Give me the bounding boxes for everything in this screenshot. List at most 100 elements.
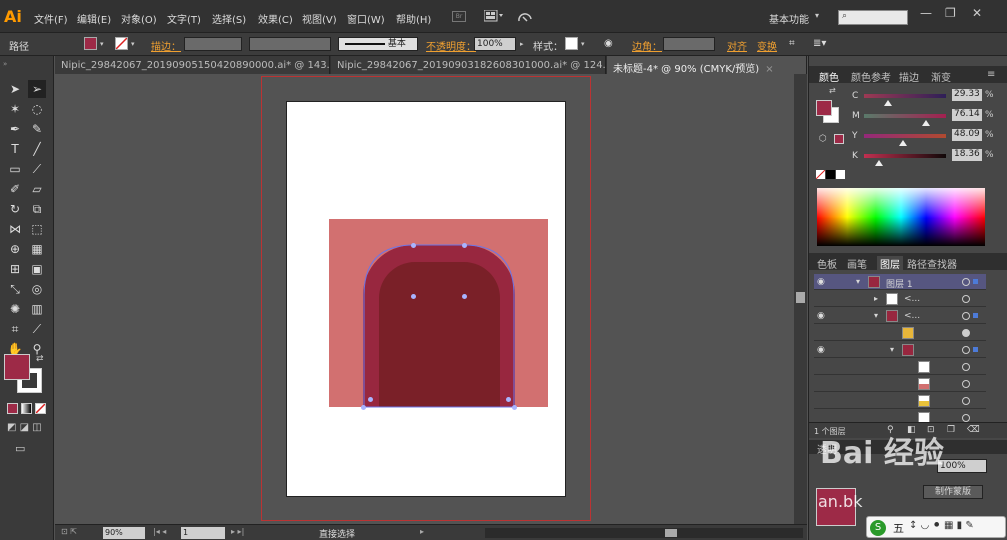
ime-toolbar[interactable]: S 五 ↕ ◡ ⚫ ▦ ▮ ✎ (866, 516, 1006, 538)
bridge-icon[interactable]: Br (452, 11, 466, 22)
yellow-slider-thumb[interactable] (899, 140, 908, 146)
gradient-tool-icon[interactable]: ▣ (28, 260, 46, 278)
menu-select[interactable]: 选择(S) (212, 11, 246, 26)
canvas[interactable] (55, 74, 794, 524)
target-icon[interactable] (962, 363, 970, 371)
horizontal-scrollbar[interactable] (485, 528, 803, 538)
graphic-style-swatch[interactable] (565, 37, 578, 50)
chevron-down-icon[interactable]: ▾ (581, 40, 585, 48)
menu-help[interactable]: 帮助(H) (396, 11, 431, 26)
width-tool-icon[interactable]: ⋈ (6, 220, 24, 238)
menu-window[interactable]: 窗口(W) (347, 11, 385, 26)
mesh-tool-icon[interactable]: ⊞ (6, 260, 24, 278)
vertical-scrollbar[interactable] (794, 74, 807, 524)
sync-settings-icon[interactable] (517, 9, 533, 23)
slice-tool-icon[interactable]: ⟋ (28, 320, 46, 338)
make-mask-button[interactable]: 制作蒙版 (923, 485, 983, 499)
eye-icon[interactable]: ◉ (817, 311, 825, 321)
expand-triangle-icon[interactable]: ▸ (874, 294, 878, 303)
page-field[interactable]: 1 (181, 527, 225, 539)
panel-collapse-icon[interactable]: » (3, 60, 7, 68)
target-icon[interactable] (962, 414, 970, 422)
tab-document-1[interactable]: Nipic_29842067_20190905150420890000.ai* … (55, 56, 330, 74)
sublayer-row[interactable] (814, 359, 986, 375)
tab-gradient[interactable]: 渐变 (931, 69, 951, 84)
cyan-slider-thumb[interactable] (884, 100, 893, 106)
target-icon[interactable] (962, 346, 970, 354)
rotate-tool-icon[interactable]: ↻ (6, 200, 24, 218)
scroll-thumb[interactable] (665, 529, 677, 537)
tab-color-guide[interactable]: 颜色参考 (851, 69, 891, 84)
symbol-sprayer-tool-icon[interactable]: ✺ (6, 300, 24, 318)
eye-icon[interactable]: ◉ (817, 345, 825, 355)
menu-object[interactable]: 对象(O) (121, 11, 157, 26)
expand-triangle-icon[interactable]: ▾ (874, 311, 878, 320)
tab-pathfinder[interactable]: 路径查找器 (907, 256, 957, 271)
black-slider[interactable] (864, 154, 946, 158)
menu-view[interactable]: 视图(V) (302, 11, 337, 26)
yellow-slider[interactable] (864, 134, 946, 138)
stroke-style-field[interactable]: 基本 (338, 37, 418, 51)
zoom-field[interactable]: 90% (103, 527, 145, 539)
swap-colors-icon[interactable]: ⇄ (829, 86, 836, 95)
scale-tool-icon[interactable]: ⧉ (28, 200, 46, 218)
isolate-icon[interactable]: ⌗ (789, 38, 795, 49)
selection-tool-icon[interactable]: ➤ (6, 80, 24, 98)
target-icon[interactable] (962, 295, 970, 303)
sublayer-row[interactable] (814, 325, 986, 341)
direct-selection-tool-icon[interactable]: ➢ (28, 80, 46, 98)
search-input[interactable]: ⌕ (838, 10, 908, 25)
black-slider-thumb[interactable] (875, 160, 884, 166)
magenta-value-field[interactable]: 76.14 (952, 109, 982, 121)
lasso-tool-icon[interactable]: ◌ (28, 100, 46, 118)
variable-width-field[interactable] (249, 37, 331, 51)
next-artboard-icon[interactable]: ▸ ▸| (231, 527, 244, 536)
perspective-grid-tool-icon[interactable]: ▦ (28, 240, 46, 258)
status-arrow-icon[interactable]: ▸ (420, 527, 424, 536)
tab-stroke[interactable]: 描边 (899, 69, 919, 84)
swap-colors-icon[interactable]: ⇄ (36, 354, 44, 364)
anchor-point[interactable] (368, 397, 373, 402)
target-icon[interactable] (962, 278, 970, 286)
sublayer-row[interactable] (814, 376, 986, 392)
menu-file[interactable]: 文件(F) (34, 11, 68, 26)
color-mode-icon[interactable] (7, 403, 18, 414)
recolor-icon[interactable]: ◉ (604, 38, 613, 49)
expand-triangle-icon[interactable]: ▾ (856, 277, 860, 286)
chevron-down-icon[interactable]: ▾ (815, 11, 819, 20)
new-layer-icon[interactable]: ❐ (947, 425, 955, 435)
anchor-point[interactable] (462, 243, 467, 248)
opacity-label[interactable]: 不透明度： (426, 38, 476, 53)
target-icon[interactable] (962, 397, 970, 405)
sublayer-row[interactable] (814, 393, 986, 409)
none-color-swatch[interactable] (815, 169, 826, 180)
tab-color[interactable]: 颜色 (819, 69, 839, 84)
target-icon[interactable] (962, 312, 970, 320)
black-color-swatch[interactable] (826, 170, 835, 179)
screen-mode-icon[interactable]: ▭ (15, 442, 25, 455)
panel-fill-swatch[interactable] (816, 100, 832, 116)
arch-inner-shape[interactable] (379, 262, 500, 407)
anchor-point[interactable] (411, 294, 416, 299)
opacity-field[interactable]: 100% (474, 37, 516, 51)
fill-color-box[interactable] (4, 354, 30, 380)
corner-label[interactable]: 边角： (632, 38, 662, 53)
magenta-slider[interactable] (864, 114, 946, 118)
target-icon[interactable] (962, 329, 970, 337)
menu-edit[interactable]: 编辑(E) (77, 11, 111, 26)
yellow-value-field[interactable]: 48.09 (952, 129, 982, 141)
minimize-button[interactable]: — (920, 6, 932, 20)
arrange-documents-icon[interactable] (484, 10, 504, 22)
menu-effect[interactable]: 效果(C) (258, 11, 293, 26)
tab-document-2[interactable]: Nipic_29842067_20190903182608301000.ai* … (331, 56, 606, 74)
layer-row[interactable]: ◉ ▾ 图层 1 (814, 274, 986, 290)
ime-logo-icon[interactable]: S (870, 520, 886, 536)
tab-layers[interactable]: 图层 (877, 256, 903, 271)
anchor-point[interactable] (506, 397, 511, 402)
line-tool-icon[interactable]: ╱ (28, 140, 46, 158)
web-safe-swatch[interactable] (834, 134, 844, 144)
pencil-tool-icon[interactable]: ✐ (6, 180, 24, 198)
panel-menu-icon[interactable]: ≡ (987, 69, 995, 80)
layer-name[interactable]: <... (904, 311, 920, 321)
scroll-thumb[interactable] (796, 292, 805, 303)
